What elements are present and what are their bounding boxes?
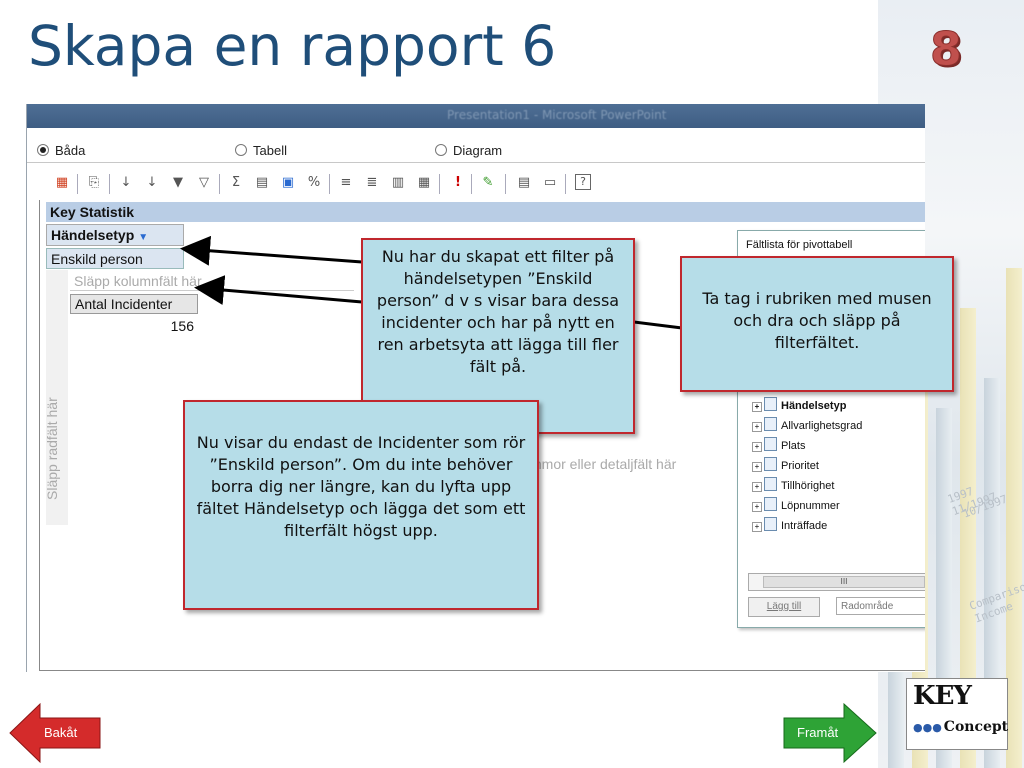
company-logo: KEY ●●● Concept — [906, 678, 1008, 750]
back-button[interactable]: Bakåt — [8, 702, 102, 764]
logo-dots-icon: ●●● — [913, 721, 942, 734]
connector-to-drag-callout — [633, 320, 683, 330]
callout-incidents: Nu visar du endast de Incidenter som rör… — [183, 400, 539, 610]
logo-text-bottom: Concept — [943, 719, 1009, 735]
arrow-to-drop-columns — [194, 275, 363, 306]
forward-label: Framåt — [797, 725, 839, 740]
logo-text-bottom-wrap: ●●● Concept — [913, 719, 1008, 735]
arrow-to-filter-field — [180, 235, 363, 266]
logo-text-top: KEY — [913, 681, 972, 711]
forward-button[interactable]: Framåt — [782, 702, 878, 764]
back-label: Bakåt — [44, 725, 78, 740]
callout-drag: Ta tag i rubriken med musen och dra och … — [680, 256, 954, 392]
